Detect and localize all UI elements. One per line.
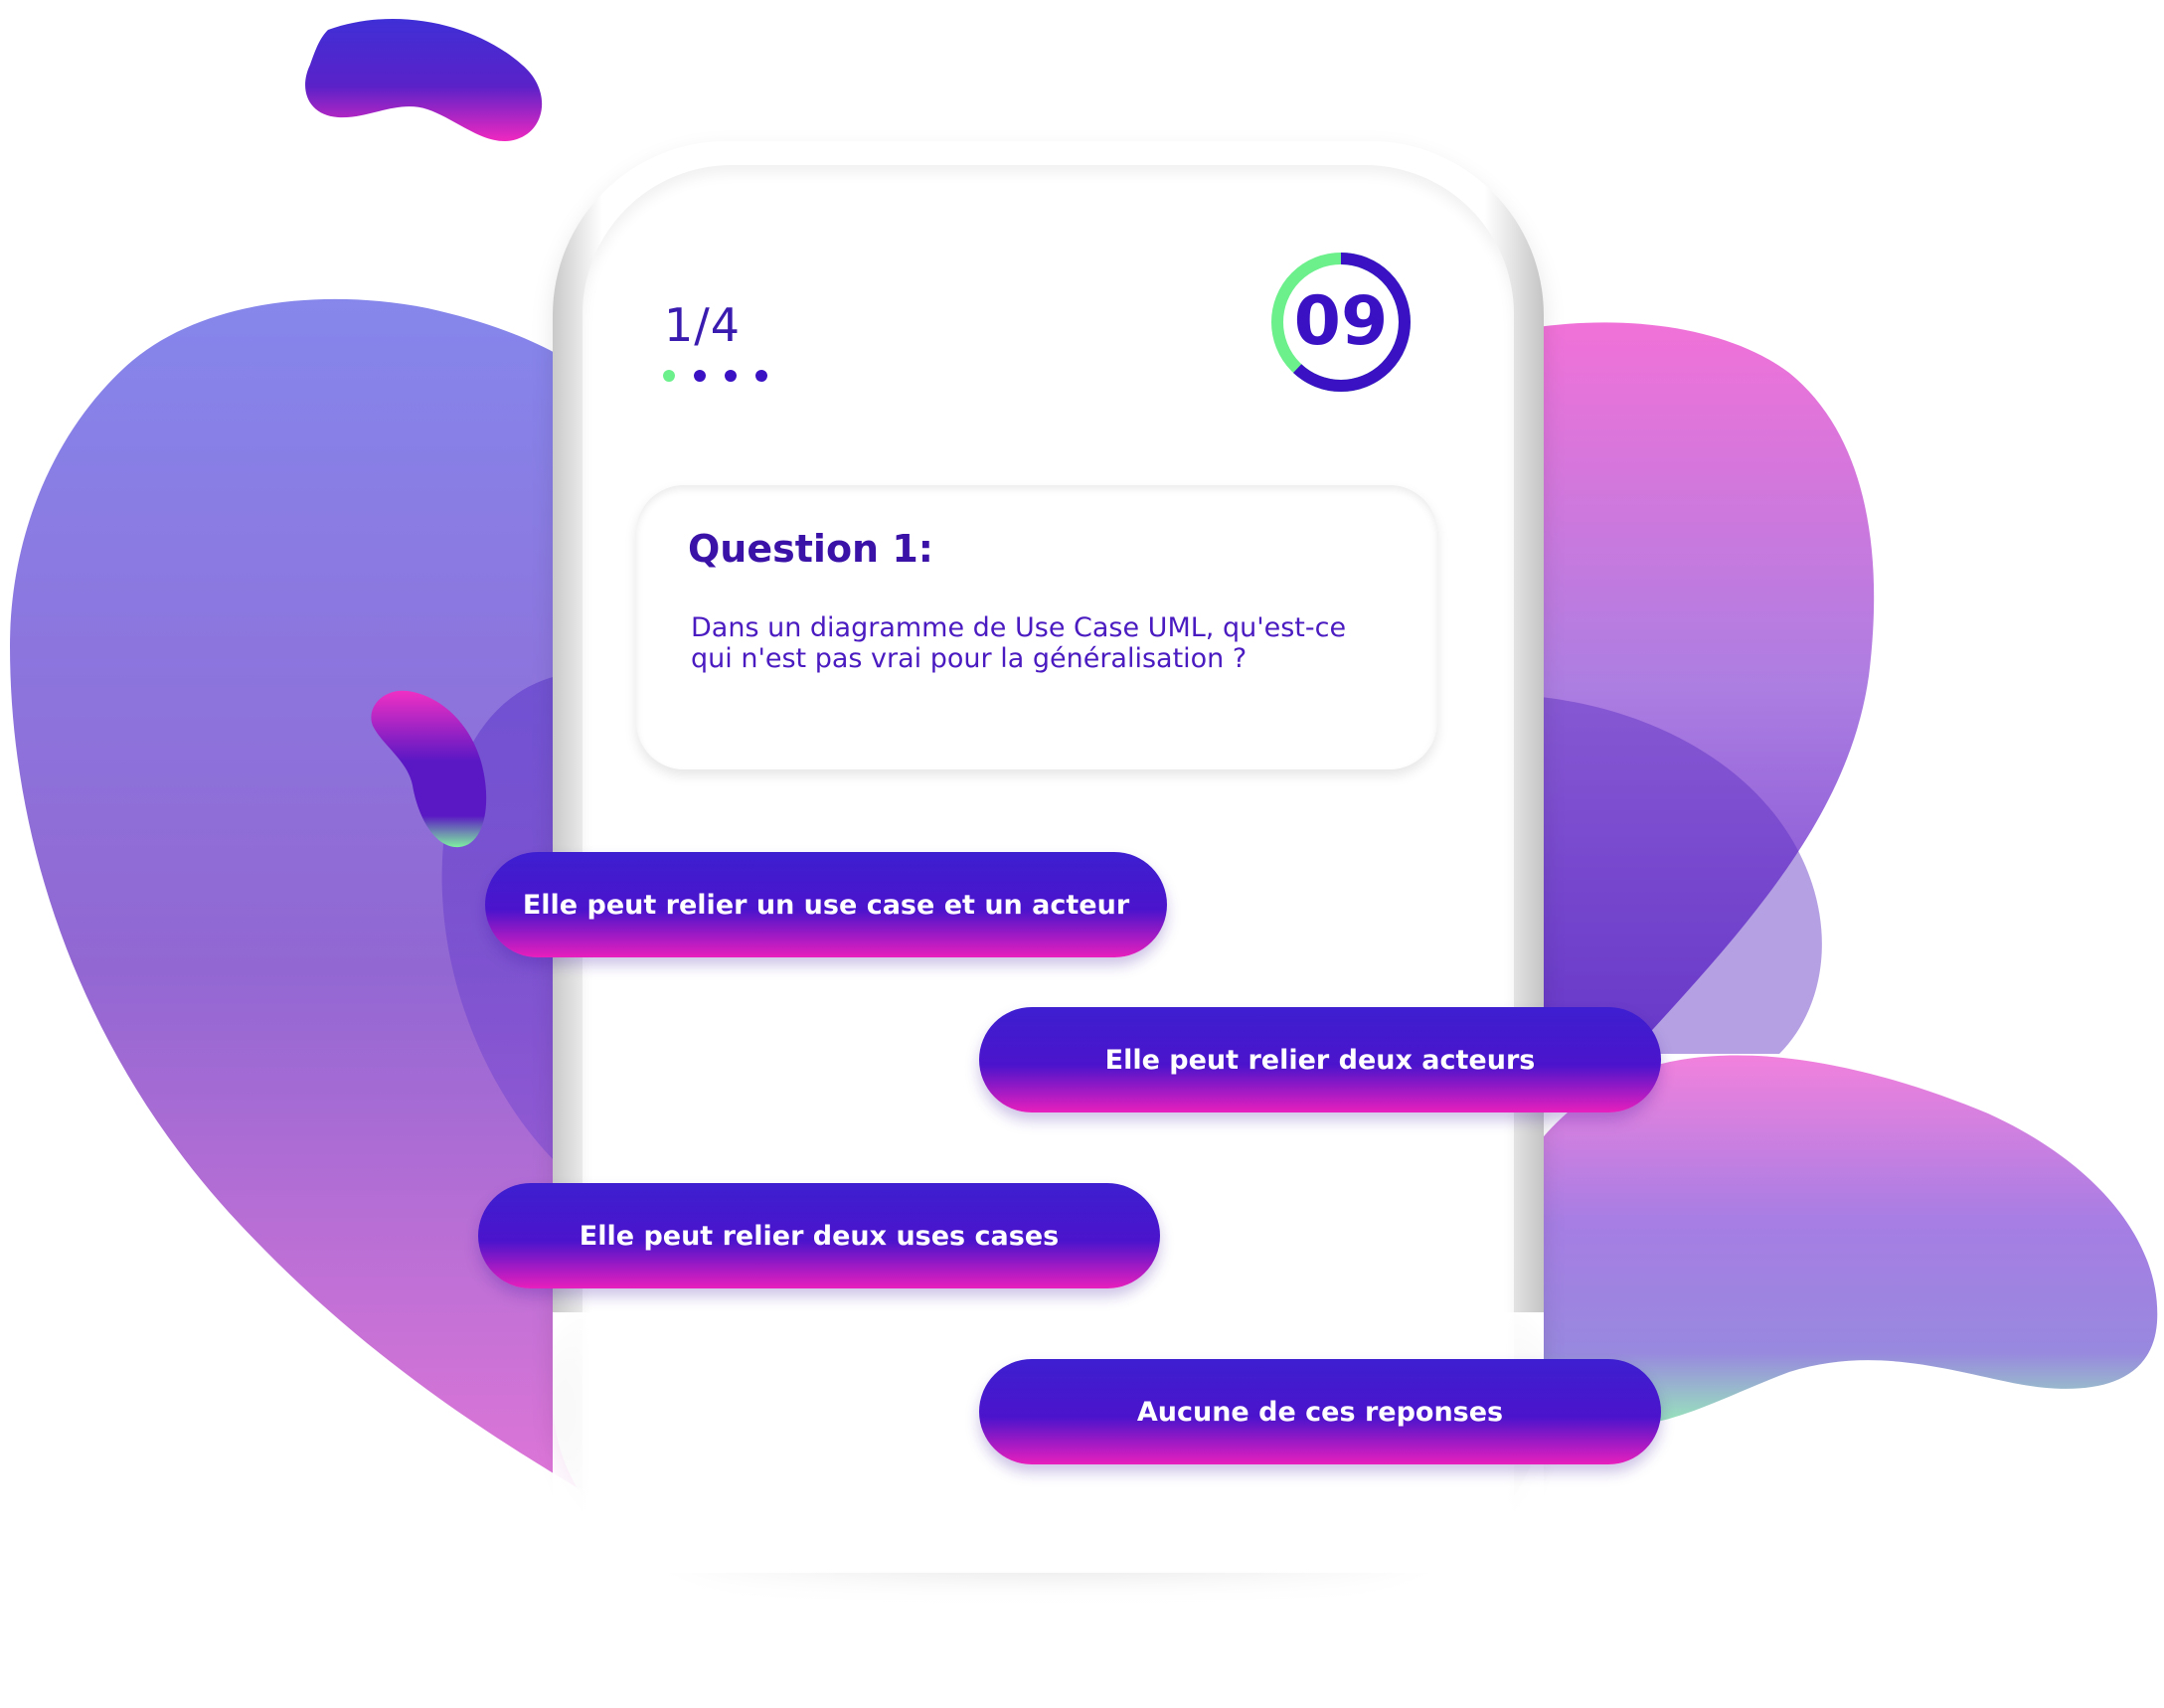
countdown-timer: 09 <box>1267 249 1415 396</box>
question-counter: 1/4 <box>664 298 742 352</box>
answer-button-4[interactable]: Aucune de ces reponses <box>979 1359 1661 1464</box>
question-title: Question 1: <box>688 527 933 571</box>
answer-button-2[interactable]: Elle peut relier deux acteurs <box>979 1007 1661 1112</box>
progress-dot-2 <box>694 370 707 382</box>
top-blob <box>305 18 543 142</box>
answer-label: Elle peut relier un use case et un acteu… <box>522 889 1130 921</box>
question-text: Dans un diagramme de Use Case UML, qu'es… <box>691 612 1347 674</box>
progress-dot-1 <box>663 370 675 382</box>
progress-dots <box>663 370 781 384</box>
answer-label: Elle peut relier deux uses cases <box>579 1220 1060 1252</box>
progress-dot-3 <box>725 370 738 382</box>
answer-label: Aucune de ces reponses <box>1136 1396 1504 1428</box>
answer-label: Elle peut relier deux acteurs <box>1104 1044 1536 1076</box>
answer-button-1[interactable]: Elle peut relier un use case et un acteu… <box>485 852 1167 957</box>
question-card: Question 1: Dans un diagramme de Use Cas… <box>636 485 1437 769</box>
timer-value: 09 <box>1293 282 1389 361</box>
progress-dot-4 <box>755 370 768 382</box>
answer-button-3[interactable]: Elle peut relier deux uses cases <box>478 1183 1160 1288</box>
